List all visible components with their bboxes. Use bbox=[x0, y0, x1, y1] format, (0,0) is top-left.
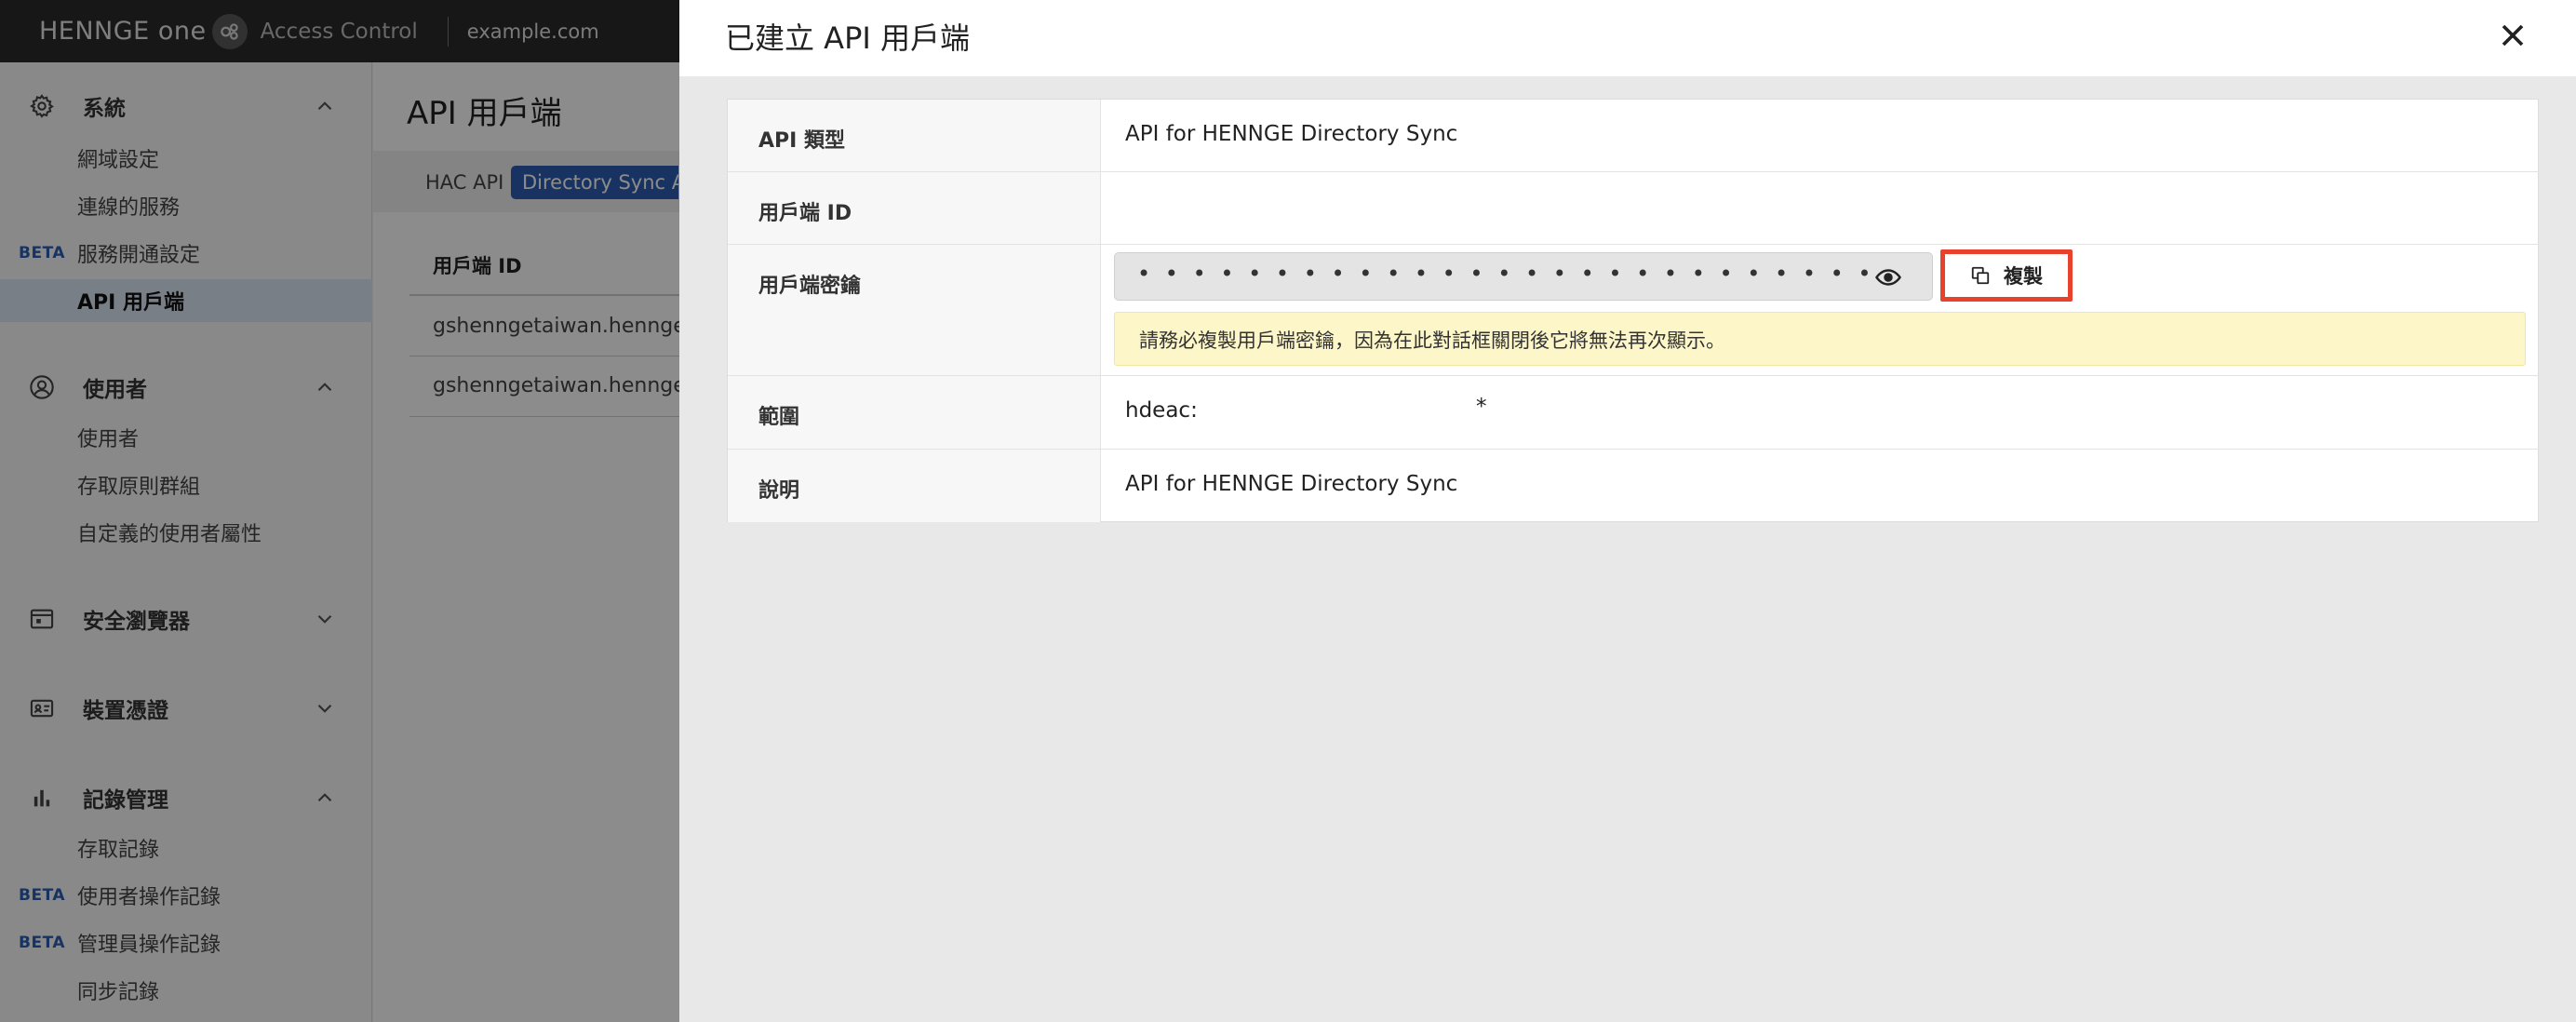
detail-row-client-secret: 用戶端密鑰 • • • • • • • • • • • • • • • • • … bbox=[728, 245, 2540, 376]
detail-label: 用戶端密鑰 bbox=[758, 275, 862, 298]
copy-button-label: 複製 bbox=[2004, 265, 2043, 288]
detail-label-cell: 範圍 bbox=[728, 376, 1101, 449]
detail-label-cell: 說明 bbox=[728, 450, 1101, 522]
detail-label-cell: 用戶端 ID bbox=[728, 172, 1101, 244]
created-api-client-drawer: 已建立 API 用戶端 API 類型 API for HENNGE Direct… bbox=[679, 0, 2576, 1022]
detail-label-cell: API 類型 bbox=[728, 100, 1101, 171]
warning-text: 請務必複製用戶端密鑰，因為在此對話框關閉後它將無法再次顯示。 bbox=[1139, 329, 1725, 352]
client-details-table: API 類型 API for HENNGE Directory Sync 用戶端… bbox=[727, 99, 2540, 522]
copy-secret-warning: 請務必複製用戶端密鑰，因為在此對話框關閉後它將無法再次顯示。 bbox=[1114, 312, 2526, 366]
show-secret-button[interactable] bbox=[1874, 263, 1902, 291]
scope-value: hdeac: bbox=[1125, 398, 1198, 423]
detail-row-api-type: API 類型 API for HENNGE Directory Sync bbox=[728, 100, 2540, 172]
detail-label: API 類型 bbox=[758, 129, 845, 153]
detail-label-cell: 用戶端密鑰 bbox=[728, 245, 1101, 375]
detail-row-scope: 範圍 hdeac: * bbox=[728, 376, 2540, 450]
copy-icon bbox=[1971, 266, 1990, 285]
drawer-header: 已建立 API 用戶端 bbox=[679, 0, 2576, 76]
drawer-title: 已建立 API 用戶端 bbox=[725, 20, 970, 56]
client-secret-masked: • • • • • • • • • • • • • • • • • • • • … bbox=[1137, 261, 1872, 287]
client-secret-field[interactable]: • • • • • • • • • • • • • • • • • • • • … bbox=[1114, 252, 1933, 301]
close-icon bbox=[2502, 24, 2524, 47]
detail-label: 用戶端 ID bbox=[758, 202, 852, 225]
copy-button[interactable]: 複製 bbox=[1940, 249, 2073, 302]
detail-label: 說明 bbox=[758, 479, 800, 503]
close-button[interactable] bbox=[2494, 17, 2531, 54]
eye-icon bbox=[1875, 269, 1901, 286]
detail-row-client-id: 用戶端 ID bbox=[728, 172, 2540, 245]
detail-label: 範圍 bbox=[758, 406, 800, 429]
scope-value-suffix: * bbox=[1476, 395, 1487, 419]
description-value: API for HENNGE Directory Sync bbox=[1125, 472, 1458, 496]
detail-row-description: 說明 API for HENNGE Directory Sync bbox=[728, 450, 2540, 522]
modal-backdrop[interactable] bbox=[0, 0, 679, 1022]
api-type-value: API for HENNGE Directory Sync bbox=[1125, 122, 1458, 146]
